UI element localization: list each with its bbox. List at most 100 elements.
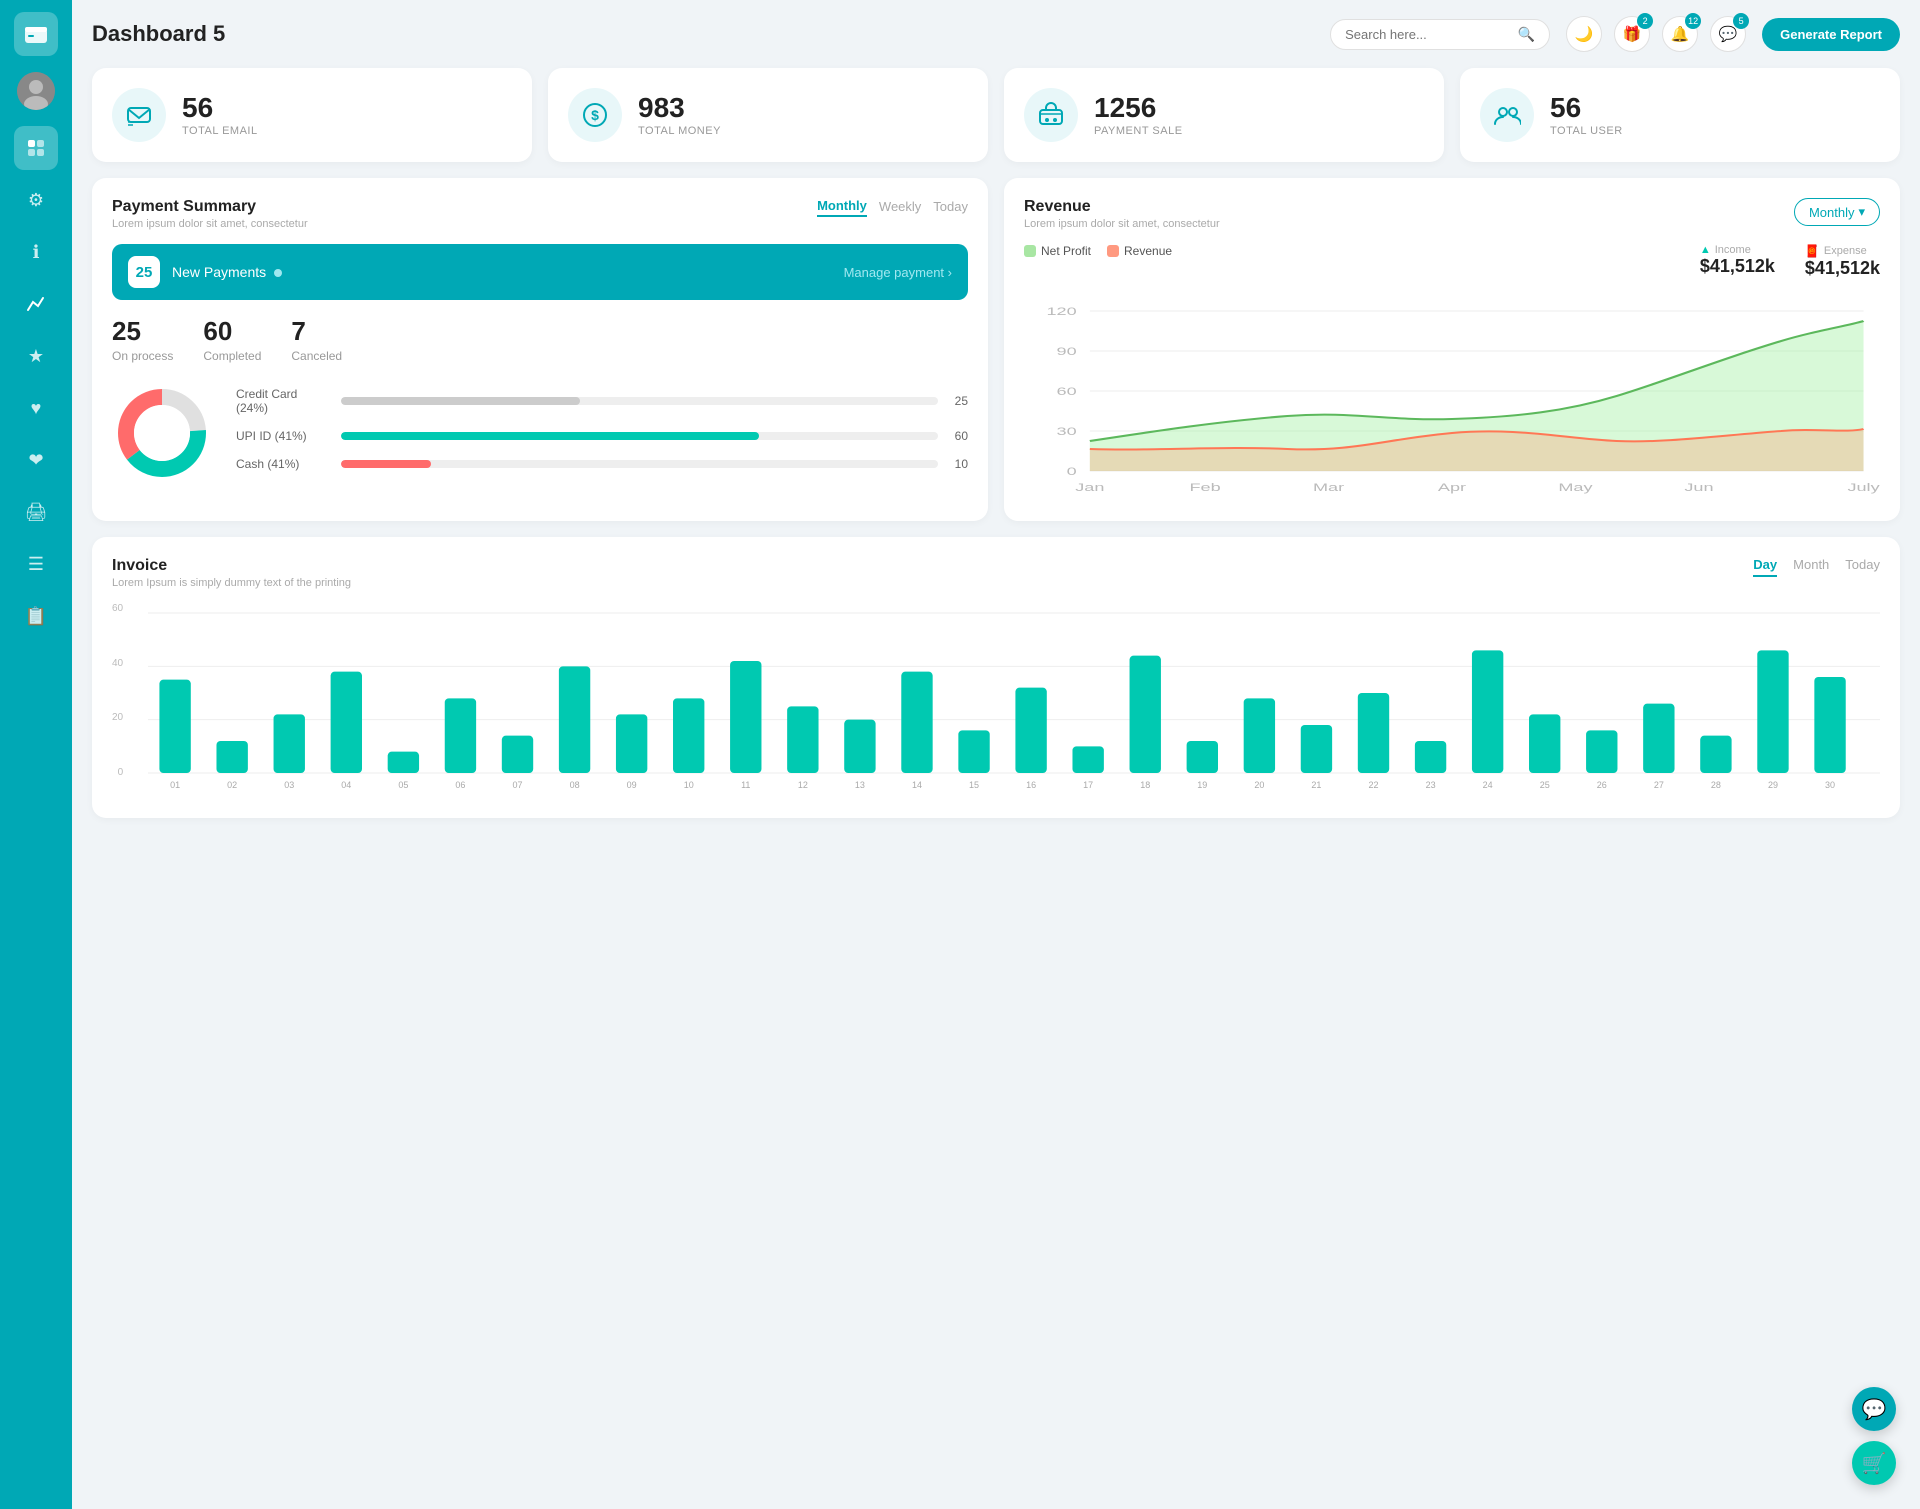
tab-weekly[interactable]: Weekly bbox=[879, 199, 921, 216]
pay-bar-fill-cash bbox=[341, 460, 431, 468]
sidebar-item-settings[interactable]: ⚙ bbox=[14, 178, 58, 222]
gift-icon-button[interactable]: 🎁 2 bbox=[1614, 16, 1650, 52]
svg-text:Mar: Mar bbox=[1313, 481, 1344, 493]
payment-summary-card: Payment Summary Lorem ipsum dolor sit am… bbox=[92, 178, 988, 521]
new-payments-bar: 25 New Payments Manage payment › bbox=[112, 244, 968, 300]
bar-label-08: 08 bbox=[570, 780, 580, 790]
legend-dot-revenue bbox=[1107, 245, 1119, 257]
bar-label-13: 13 bbox=[855, 780, 865, 790]
sidebar-item-doc[interactable]: 📋 bbox=[14, 594, 58, 638]
payment-tab-group: Monthly Weekly Today bbox=[817, 198, 968, 217]
bar-22 bbox=[1358, 693, 1389, 773]
expense-icon: 🧧 bbox=[1805, 244, 1820, 258]
bell-icon-button[interactable]: 🔔 12 bbox=[1662, 16, 1698, 52]
money-icon: $ bbox=[568, 88, 622, 142]
invoice-tab-day[interactable]: Day bbox=[1753, 557, 1777, 577]
bar-08 bbox=[559, 666, 590, 773]
bar-24 bbox=[1472, 650, 1503, 773]
payment-bars: Credit Card (24%) 25 UPI ID (41%) 60 bbox=[236, 387, 968, 485]
revenue-area-chart: 120 90 60 30 0 Jan Feb Mar Apr bbox=[1024, 301, 1880, 501]
avatar[interactable] bbox=[17, 72, 55, 110]
manage-payment-link[interactable]: Manage payment › bbox=[844, 265, 952, 280]
invoice-tab-today[interactable]: Today bbox=[1845, 557, 1880, 577]
bar-02 bbox=[216, 741, 247, 773]
legend-netprofit: Net Profit bbox=[1024, 244, 1091, 258]
bar-18 bbox=[1130, 656, 1161, 773]
stat-value-email: 56 bbox=[182, 93, 258, 124]
search-box[interactable]: 🔍 bbox=[1330, 19, 1550, 50]
sidebar-item-print[interactable]: 🖨 bbox=[14, 490, 58, 534]
revenue-subtitle: Lorem ipsum dolor sit amet, consectetur bbox=[1024, 218, 1220, 230]
bar-label-30: 30 bbox=[1825, 780, 1835, 790]
bar-label-03: 03 bbox=[284, 780, 294, 790]
income-value: $41,512k bbox=[1700, 256, 1775, 277]
bar-21 bbox=[1301, 725, 1332, 773]
svg-text:Jan: Jan bbox=[1075, 481, 1104, 493]
bar-label-04: 04 bbox=[341, 780, 351, 790]
pay-bar-fill-cc bbox=[341, 397, 580, 405]
pay-bar-track-upi bbox=[341, 432, 938, 440]
bar-label-20: 20 bbox=[1254, 780, 1264, 790]
sidebar-logo[interactable] bbox=[14, 12, 58, 56]
main-content: Dashboard 5 🔍 🌙 🎁 2 🔔 12 💬 5 Generate Re… bbox=[72, 0, 1920, 1509]
legend-revenue: Revenue bbox=[1107, 244, 1172, 258]
revenue-header: Revenue Lorem ipsum dolor sit amet, cons… bbox=[1024, 198, 1880, 230]
bar-label-17: 17 bbox=[1083, 780, 1093, 790]
bar-16 bbox=[1015, 688, 1046, 773]
bar-label-29: 29 bbox=[1768, 780, 1778, 790]
process-num-canceled: 7 bbox=[291, 316, 342, 347]
pay-bar-track-cash bbox=[341, 460, 938, 468]
process-row: 25 On process 60 Completed 7 Canceled bbox=[112, 316, 968, 363]
stat-value-sale: 1256 bbox=[1094, 93, 1183, 124]
sidebar-item-heart[interactable]: ❤ bbox=[14, 438, 58, 482]
payment-chart-row: Credit Card (24%) 25 UPI ID (41%) 60 bbox=[112, 383, 968, 488]
bar-06 bbox=[445, 698, 476, 773]
bar-label-18: 18 bbox=[1140, 780, 1150, 790]
generate-report-button[interactable]: Generate Report bbox=[1762, 18, 1900, 51]
email-icon bbox=[112, 88, 166, 142]
tab-monthly[interactable]: Monthly bbox=[817, 198, 867, 217]
svg-text:90: 90 bbox=[1057, 345, 1077, 357]
chat-icon-button[interactable]: 💬 5 bbox=[1710, 16, 1746, 52]
sidebar-item-list[interactable]: ☰ bbox=[14, 542, 58, 586]
process-label-onprocess: On process bbox=[112, 349, 173, 363]
sidebar-item-favorite[interactable]: ♥ bbox=[14, 386, 58, 430]
invoice-tab-group: Day Month Today bbox=[1753, 557, 1880, 577]
income-stat: ▲ Income $41,512k bbox=[1700, 244, 1775, 279]
page-title: Dashboard 5 bbox=[92, 21, 1314, 47]
bell-badge: 12 bbox=[1685, 13, 1701, 29]
sidebar-item-info[interactable]: ℹ bbox=[14, 230, 58, 274]
sidebar-item-star[interactable]: ★ bbox=[14, 334, 58, 378]
dark-mode-button[interactable]: 🌙 bbox=[1566, 16, 1602, 52]
revenue-dropdown[interactable]: Monthly ▾ bbox=[1794, 198, 1880, 226]
search-icon: 🔍 bbox=[1518, 26, 1535, 43]
support-fab[interactable]: 💬 bbox=[1852, 1387, 1896, 1431]
invoice-tab-month[interactable]: Month bbox=[1793, 557, 1829, 577]
y-label-60: 60 bbox=[112, 603, 123, 614]
bar-label-27: 27 bbox=[1654, 780, 1664, 790]
pay-bar-cash: Cash (41%) 10 bbox=[236, 457, 968, 471]
payment-summary-header: Payment Summary Lorem ipsum dolor sit am… bbox=[112, 198, 968, 230]
bar-label-10: 10 bbox=[684, 780, 694, 790]
chevron-down-icon: ▾ bbox=[1858, 204, 1865, 220]
expense-value: $41,512k bbox=[1805, 258, 1880, 279]
sidebar-item-dashboard[interactable] bbox=[14, 126, 58, 170]
bar-28 bbox=[1700, 736, 1731, 773]
search-input[interactable] bbox=[1345, 27, 1510, 42]
pay-bar-val-cc: 25 bbox=[948, 394, 968, 408]
bar-label-24: 24 bbox=[1483, 780, 1493, 790]
sidebar-item-analytics[interactable] bbox=[14, 282, 58, 326]
bar-27 bbox=[1643, 704, 1674, 773]
bar-label-22: 22 bbox=[1368, 780, 1378, 790]
tab-today[interactable]: Today bbox=[933, 199, 968, 216]
stat-card-email: 56 TOTAL EMAIL bbox=[92, 68, 532, 162]
bar-label-25: 25 bbox=[1540, 780, 1550, 790]
bar-label-12: 12 bbox=[798, 780, 808, 790]
bar-01 bbox=[159, 680, 190, 773]
cart-fab[interactable]: 🛒 bbox=[1852, 1441, 1896, 1485]
income-icon: ▲ bbox=[1700, 244, 1711, 256]
stats-row: 56 TOTAL EMAIL $ 983 TOTAL MONEY bbox=[92, 68, 1900, 162]
income-label: Income bbox=[1715, 244, 1751, 256]
bar-14 bbox=[901, 672, 932, 773]
pay-bar-fill-upi bbox=[341, 432, 759, 440]
